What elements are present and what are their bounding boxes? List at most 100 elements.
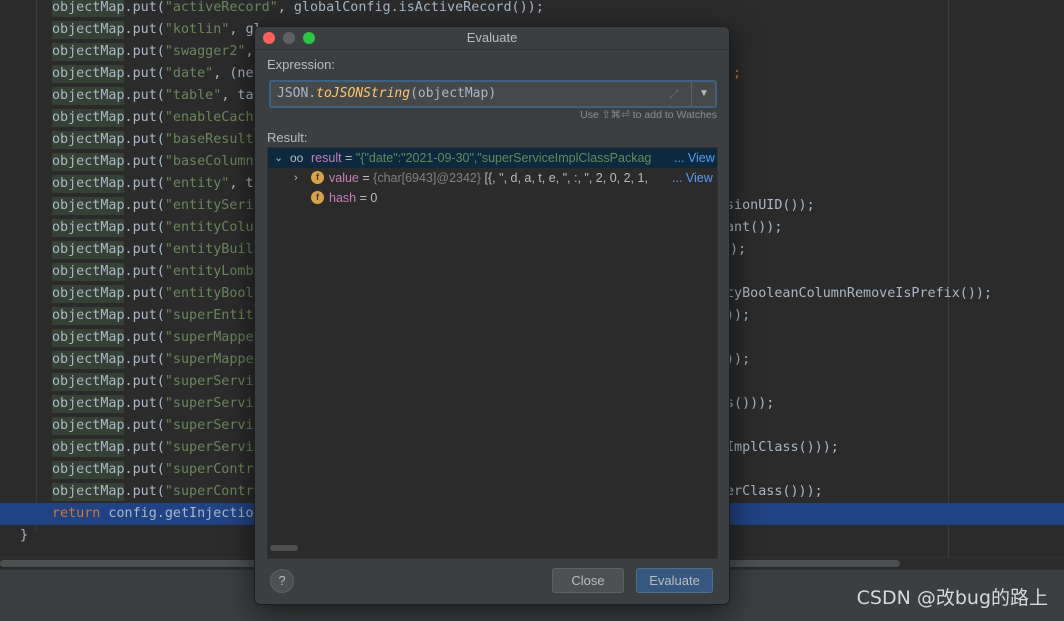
expression-input[interactable]: JSON.toJSONString(objectMap) ⤢ ▼	[269, 80, 717, 108]
code-call: objectMap.put(	[52, 242, 165, 257]
expand-icon[interactable]: ⤢	[669, 87, 679, 102]
dropdown-icon[interactable]: ▼	[695, 82, 713, 106]
code-line-tail: tyBooleanColumnRemoveIsPrefix());	[726, 286, 993, 301]
code-call: objectMap.put(	[52, 110, 165, 125]
code-string-literal: "entityBuil	[164, 242, 254, 257]
value-equals: =	[358, 171, 374, 185]
value-view-link[interactable]: ... View	[670, 168, 713, 188]
code-string-literal: "entitySeri	[164, 198, 254, 213]
watermark: CSDN @改bug的路上	[856, 587, 1048, 609]
code-string-literal: "baseColumn	[164, 154, 254, 169]
code-call: objectMap.put(	[52, 484, 165, 499]
result-value: "{"date":"2021-09-30","superServiceImplC…	[355, 151, 652, 165]
code-string-literal: "kotlin"	[164, 22, 230, 37]
code-line-tail: s()));	[726, 396, 775, 411]
code-line-tail: ImplClass()));	[726, 440, 839, 455]
code-string-literal: "entity"	[164, 176, 230, 191]
closing-brace: }	[20, 528, 29, 543]
dialog-title: Evaluate	[466, 30, 518, 45]
evaluate-dialog: Evaluate Expression: JSON.toJSONString(o…	[254, 26, 730, 605]
result-view-link[interactable]: ... View	[672, 148, 715, 168]
code-string-literal: "superEntit	[164, 308, 254, 323]
result-child-hash[interactable]: f hash = 0	[268, 188, 717, 208]
close-button[interactable]: Close	[552, 568, 624, 593]
result-horizontal-scrollbar[interactable]	[270, 545, 298, 551]
code-call: objectMap.put(	[52, 44, 165, 59]
code-string-literal: "superMappe	[164, 330, 254, 345]
code-args: , globalConfig.isActiveRecord());	[277, 0, 544, 15]
code-call: objectMap.put(	[52, 176, 165, 191]
code-call: objectMap.put(	[52, 440, 165, 455]
code-line-tail: erClass()));	[726, 484, 823, 499]
code-call: objectMap.put(	[52, 132, 165, 147]
code-args: , (ne	[213, 66, 254, 81]
code-args: , t	[229, 176, 254, 191]
code-call: objectMap.put(	[52, 308, 165, 323]
code-call: objectMap.put(	[52, 66, 165, 81]
return-keyword: return	[52, 506, 101, 521]
dialog-titlebar[interactable]: Evaluate	[255, 27, 729, 50]
code-string-literal: "entityColu	[164, 220, 254, 235]
expression-args: (objectMap)	[410, 86, 497, 101]
code-string-literal: "superServi	[164, 374, 254, 389]
expression-object: JSON.	[277, 86, 317, 101]
field-icon: f	[311, 191, 324, 204]
code-string-literal: "entityLomb	[164, 264, 254, 279]
code-string-literal: "superServi	[164, 440, 254, 455]
expression-label: Expression:	[267, 57, 335, 72]
result-tree[interactable]: ⌄ oo result = "{"date":"2021-09-30","sup…	[267, 147, 718, 559]
code-string-literal: "superServi	[164, 396, 254, 411]
hash-equals: =	[356, 191, 371, 205]
code-call: objectMap.put(	[52, 330, 165, 345]
code-string-literal: "entityBool	[164, 286, 254, 301]
code-string-literal: "superServi	[164, 418, 254, 433]
code-line-tail: ;	[733, 66, 742, 81]
chevron-right-icon[interactable]: ›	[294, 168, 298, 188]
code-line-tail: sionUID());	[726, 198, 815, 213]
code-args: ,	[245, 44, 254, 59]
hash-value: 0	[370, 191, 378, 205]
result-child-value[interactable]: › f value = {char[6943]@2342} [{, ", d, …	[268, 168, 717, 188]
code-call: objectMap.put(	[52, 198, 165, 213]
code-call: objectMap.put(	[52, 22, 165, 37]
code-string-literal: "date"	[164, 66, 214, 81]
chevron-down-icon[interactable]: ⌄	[274, 148, 283, 168]
code-call: objectMap.put(	[52, 374, 165, 389]
expression-divider	[691, 82, 692, 106]
code-line-tail: );	[730, 242, 747, 257]
code-string-literal: "table"	[164, 88, 222, 103]
code-call: objectMap.put(	[52, 352, 165, 367]
code-call: objectMap.put(	[52, 396, 165, 411]
help-icon[interactable]: ?	[270, 569, 294, 593]
code-string-literal: "swagger2"	[164, 44, 246, 59]
code-line[interactable]: objectMap.put("activeRecord", globalConf…	[0, 0, 1064, 19]
hash-name: hash	[329, 191, 357, 205]
value-type: {char[6943]@2342}	[373, 171, 482, 185]
code-string-literal: "superContr	[164, 462, 254, 477]
evaluate-button[interactable]: Evaluate	[636, 568, 713, 593]
result-equals: =	[341, 151, 356, 165]
code-string-literal: "superMappe	[164, 352, 254, 367]
code-call: objectMap.put(	[52, 154, 165, 169]
add-to-watches-hint: Use ⇧⌘⏎ to add to Watches	[580, 109, 717, 121]
code-call: objectMap.put(	[52, 220, 165, 235]
expression-method: toJSONString	[316, 86, 411, 101]
code-string-literal: "activeRecord"	[164, 0, 278, 15]
code-line-tail: ant());	[726, 220, 783, 235]
code-string-literal: "enableCach	[164, 110, 254, 125]
code-call: objectMap.put(	[52, 418, 165, 433]
code-call: objectMap.put(	[52, 0, 165, 15]
code-call: objectMap.put(	[52, 286, 165, 301]
code-call: objectMap.put(	[52, 462, 165, 477]
value-chars: [{, ", d, a, t, e, ", :, ", 2, 0, 2, 1,	[481, 171, 648, 185]
code-call: objectMap.put(	[52, 88, 165, 103]
code-args: , ta	[221, 88, 254, 103]
code-string-literal: "superContr	[164, 484, 254, 499]
result-label: Result:	[267, 130, 308, 145]
code-string-literal: "baseResult	[164, 132, 254, 147]
field-icon: f	[311, 171, 324, 184]
result-row[interactable]: ⌄ oo result = "{"date":"2021-09-30","sup…	[268, 148, 717, 168]
value-name: value	[329, 171, 359, 185]
code-call: objectMap.put(	[52, 264, 165, 279]
return-expression: config.getInjectio	[100, 506, 254, 521]
